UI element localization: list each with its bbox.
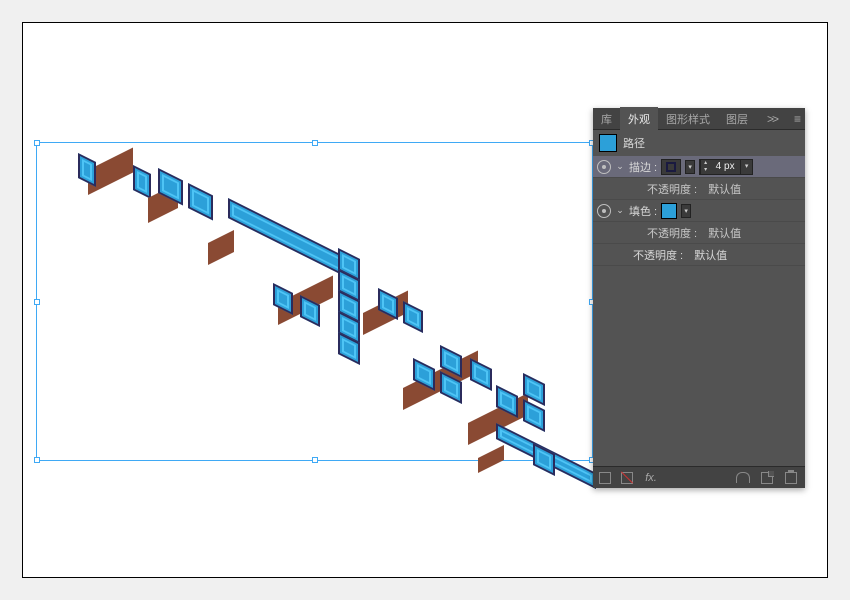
- fill-opacity-row[interactable]: 不透明度 : 默认值: [593, 222, 805, 244]
- stroke-weight-value: 4 px: [710, 161, 740, 172]
- fill-label: 填色 :: [629, 203, 657, 219]
- tab-graphic-styles[interactable]: 图形样式: [658, 107, 718, 131]
- handle-tl[interactable]: [34, 140, 40, 146]
- stroke-weight-input[interactable]: ▴▾ 4 px ▾: [699, 159, 753, 175]
- clear-appearance-icon[interactable]: [735, 471, 751, 485]
- fx-button[interactable]: fx.: [643, 471, 659, 485]
- fill-color-dropdown[interactable]: ▾: [681, 204, 691, 218]
- tab-layers[interactable]: 图层: [718, 107, 756, 131]
- tab-library[interactable]: 库: [593, 107, 620, 131]
- fill-row[interactable]: ⌄ 填色 : ▾: [593, 200, 805, 222]
- stroke-opacity-value: 默认值: [708, 181, 741, 197]
- trash-icon[interactable]: [783, 471, 799, 485]
- stroke-row[interactable]: ⌄ 描边 : ▾ ▴▾ 4 px ▾: [593, 156, 805, 178]
- appearance-panel: 库 外观 图形样式 图层 >> ≡ 路径 ⌄ 描边 : ▾ ▴▾ 4 px ▾: [593, 108, 805, 488]
- opacity-row[interactable]: 不透明度 : 默认值: [593, 244, 805, 266]
- tab-appearance[interactable]: 外观: [620, 107, 658, 131]
- object-thumbnail: [599, 134, 617, 152]
- document-frame: 库 外观 图形样式 图层 >> ≡ 路径 ⌄ 描边 : ▾ ▴▾ 4 px ▾: [22, 22, 828, 578]
- stepper-down-icon[interactable]: ▾: [700, 167, 710, 174]
- canvas-artwork[interactable]: [78, 143, 628, 513]
- stroke-weight-dropdown[interactable]: ▾: [740, 160, 752, 174]
- stepper-up-icon[interactable]: ▴: [700, 160, 710, 167]
- visibility-toggle-icon[interactable]: [597, 204, 611, 218]
- chevron-down-icon[interactable]: ⌄: [615, 205, 625, 216]
- handle-ml[interactable]: [34, 299, 40, 305]
- panel-expand-icon[interactable]: >>: [761, 109, 783, 129]
- toggle-rule-icon[interactable]: [599, 472, 611, 484]
- stroke-color-swatch[interactable]: [661, 159, 681, 175]
- object-type-label: 路径: [623, 135, 645, 151]
- handle-bl[interactable]: [34, 457, 40, 463]
- fill-opacity-label: 不透明度 :: [647, 225, 697, 241]
- chevron-down-icon[interactable]: ⌄: [615, 161, 625, 172]
- panel-footer: fx.: [593, 466, 805, 488]
- panel-tabs: 库 外观 图形样式 图层 >> ≡: [593, 108, 805, 130]
- stroke-color-dropdown[interactable]: ▾: [685, 160, 695, 174]
- opacity-value: 默认值: [694, 247, 727, 263]
- panel-menu-icon[interactable]: ≡: [788, 109, 805, 129]
- stroke-opacity-label: 不透明度 :: [647, 181, 697, 197]
- appearance-list: ⌄ 描边 : ▾ ▴▾ 4 px ▾ 不透明度 : 默认值 ⌄ 填色 :: [593, 156, 805, 266]
- no-selection-icon[interactable]: [619, 471, 635, 485]
- fill-color-swatch[interactable]: [661, 203, 677, 219]
- selected-object-row: 路径: [593, 130, 805, 156]
- new-item-icon[interactable]: [759, 471, 775, 485]
- visibility-toggle-icon[interactable]: [597, 160, 611, 174]
- fill-opacity-value: 默认值: [708, 225, 741, 241]
- opacity-label: 不透明度 :: [633, 247, 683, 263]
- stroke-label: 描边 :: [629, 159, 657, 175]
- stroke-opacity-row[interactable]: 不透明度 : 默认值: [593, 178, 805, 200]
